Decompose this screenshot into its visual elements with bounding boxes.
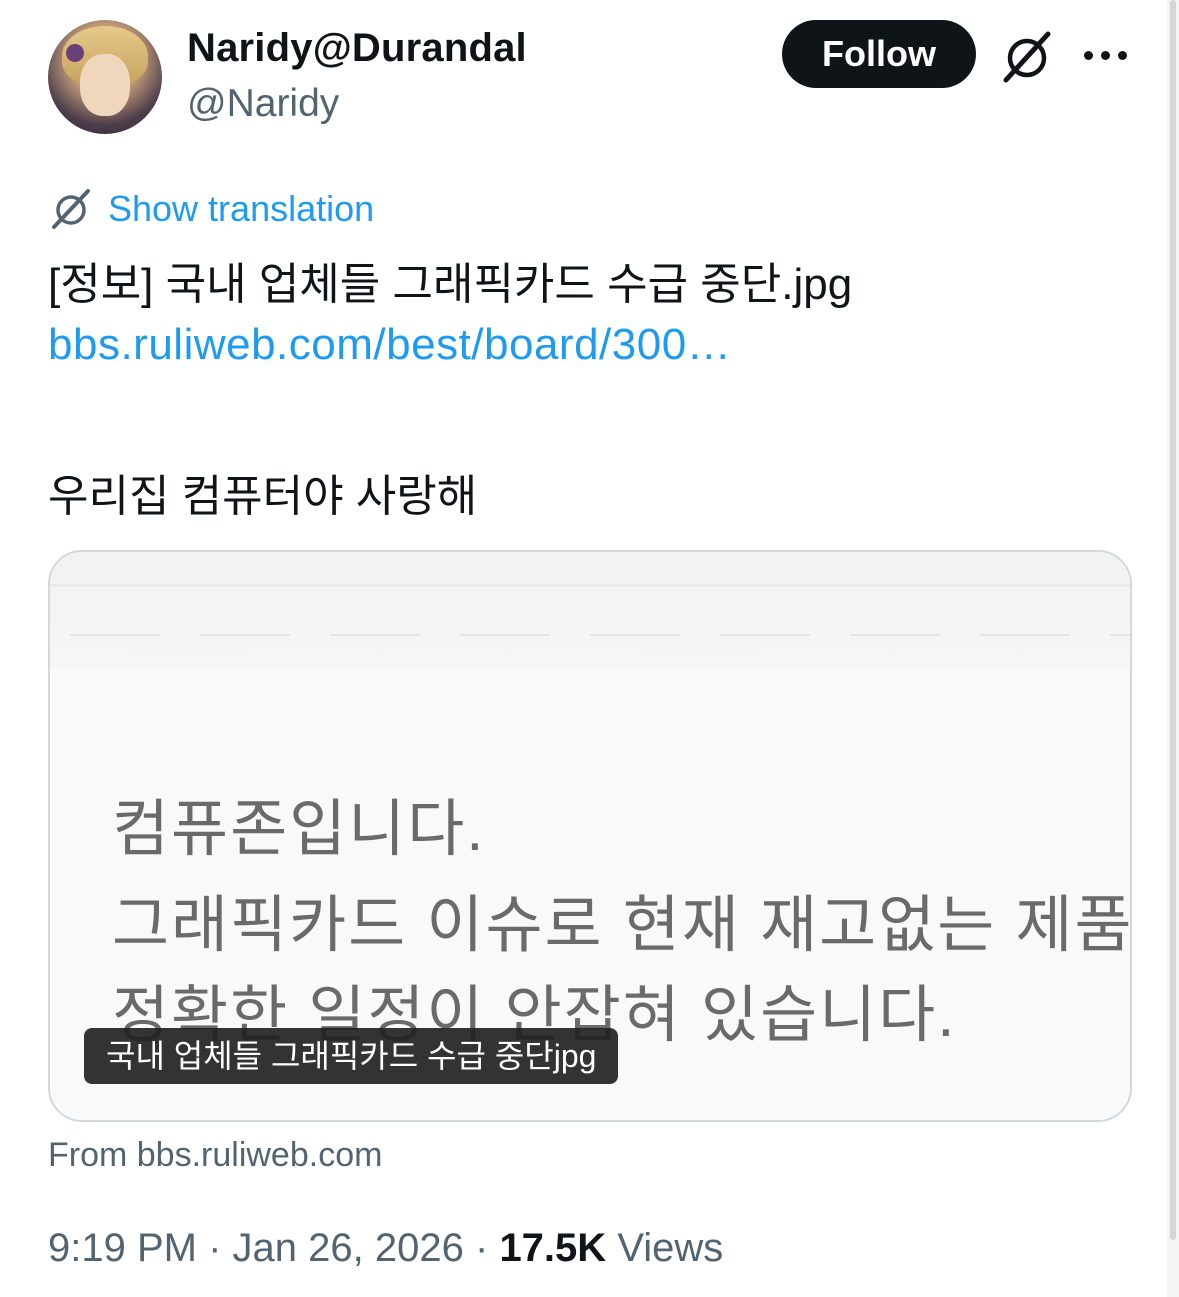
- meta-separator: ·: [474, 1226, 489, 1270]
- scrollbar[interactable]: [1167, 0, 1179, 1297]
- card-image-header: [50, 552, 1130, 668]
- post-url-link[interactable]: bbs.ruliweb.com/best/board/300…: [48, 320, 731, 370]
- card-source[interactable]: From bbs.ruliweb.com: [48, 1136, 382, 1175]
- user-handle[interactable]: @Naridy: [187, 82, 339, 126]
- more-horizontal-icon[interactable]: [1084, 42, 1130, 68]
- post-meta: 9:19 PM · Jan 26, 2026 · 17.5K Views: [48, 1226, 723, 1271]
- scrollbar-thumb[interactable]: [1170, 0, 1176, 1240]
- show-translation-link[interactable]: Show translation: [108, 188, 374, 230]
- card-caption: 국내 업체들 그래픽카드 수급 중단jpg: [84, 1028, 619, 1084]
- post-body: 우리집 컴퓨터야 사랑해: [48, 472, 478, 521]
- post-title: [정보] 국내 업체들 그래픽카드 수급 중단.jpg: [48, 260, 853, 309]
- views-label: Views: [617, 1226, 724, 1270]
- card-image-text-line: 컴퓨존입니다.: [112, 795, 486, 864]
- avatar-bow: [66, 44, 84, 62]
- post-time[interactable]: 9:19 PM: [48, 1226, 197, 1270]
- card-image-text-line: 그래픽카드 이슈로 현재 재고없는 제품들: [112, 891, 1132, 960]
- grok-icon: [52, 189, 90, 229]
- follow-button[interactable]: Follow: [782, 20, 976, 88]
- link-preview-card[interactable]: 컴퓨존입니다. 그래픽카드 이슈로 현재 재고없는 제품들 정확한 일정이 안잡…: [48, 550, 1132, 1122]
- avatar-face: [80, 54, 130, 116]
- views-count: 17.5K: [499, 1226, 607, 1270]
- show-translation[interactable]: Show translation: [48, 184, 374, 234]
- post-date[interactable]: Jan 26, 2026: [233, 1226, 464, 1270]
- card-image-dashes: [70, 634, 1130, 636]
- card-image-rule: [50, 584, 1130, 587]
- display-name[interactable]: Naridy@Durandal: [187, 26, 527, 71]
- grok-icon[interactable]: [998, 28, 1056, 86]
- meta-separator: ·: [208, 1226, 222, 1270]
- avatar[interactable]: [48, 20, 162, 134]
